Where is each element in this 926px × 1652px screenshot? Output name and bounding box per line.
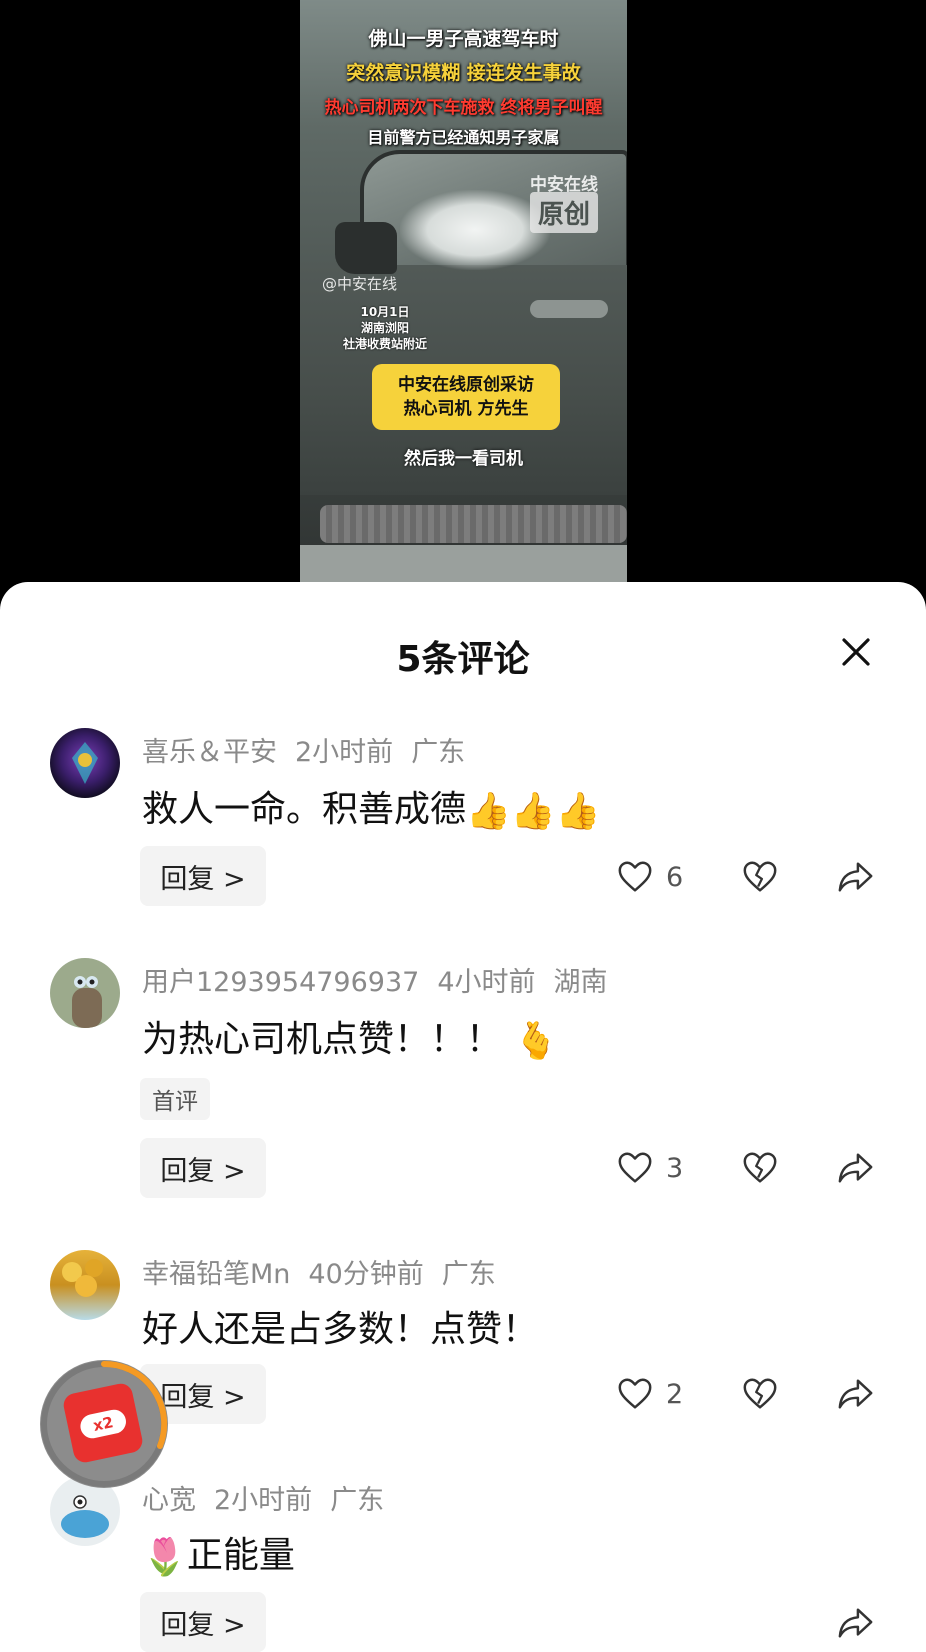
heart-outline-icon xyxy=(618,1378,652,1409)
dislike-button[interactable] xyxy=(741,857,779,897)
comment-time: 2小时前 xyxy=(214,1485,313,1516)
comment-username[interactable]: 心宽 xyxy=(142,1485,196,1516)
comment-location: 湖南 xyxy=(553,967,608,998)
comment-location: 广东 xyxy=(330,1485,385,1516)
like-button[interactable]: 6 xyxy=(616,857,683,897)
interview-label: 中安在线原创采访 热心司机 方先生 xyxy=(372,364,560,430)
share-button[interactable] xyxy=(836,857,876,897)
side-mirror xyxy=(335,222,397,274)
broken-heart-icon xyxy=(743,861,777,892)
comment-text-body: 为热心司机点赞！！！ xyxy=(142,1019,503,1060)
heart-outline-icon xyxy=(618,1152,652,1183)
reply-button[interactable]: 回复 > xyxy=(140,1592,266,1652)
video-date-location: 10月1日 湖南浏阳 社港收费站附近 xyxy=(320,304,450,352)
video-caption-3: 热心司机两次下车施救 终将男子叫醒 xyxy=(324,98,603,118)
interview-line-1: 中安在线原创采访 xyxy=(398,375,534,395)
comment-text-body: 救人一命。积善成德 xyxy=(142,789,467,830)
comment-location: 广东 xyxy=(441,1259,496,1290)
interview-line-2: 热心司机 方先生 xyxy=(403,399,529,419)
comment-meta: 喜乐＆平安 2小时前 广东 xyxy=(142,730,483,769)
road xyxy=(300,545,627,582)
date-line-1: 10月1日 xyxy=(360,305,410,319)
car-step xyxy=(320,505,627,543)
comment-username[interactable]: 喜乐＆平安 xyxy=(142,737,277,768)
reply-button[interactable]: 回复 > xyxy=(140,1138,266,1198)
share-button[interactable] xyxy=(836,1374,876,1414)
share-arrow-icon xyxy=(838,862,873,892)
date-line-2: 湖南浏阳 xyxy=(360,321,409,335)
like-button[interactable]: 2 xyxy=(616,1374,683,1414)
video-player[interactable]: 佛山一男子高速驾车时 突然意识模糊 接连发生事故 热心司机两次下车施救 终将男子… xyxy=(300,0,627,582)
video-caption-2: 突然意识模糊 接连发生事故 xyxy=(346,62,581,84)
close-icon[interactable] xyxy=(836,632,876,672)
video-subtitle: 然后我一看司机 xyxy=(404,449,523,469)
comment-location: 广东 xyxy=(411,737,466,768)
like-button[interactable]: 3 xyxy=(616,1148,683,1188)
red-envelope-icon: x2 xyxy=(61,1381,145,1465)
comment-text-body: 正能量 xyxy=(186,1535,295,1576)
comment-meta: 用户1293954796937 4小时前 湖南 xyxy=(142,960,626,999)
thumbs-up-emoji: 👍👍👍 xyxy=(466,791,601,832)
tulip-emoji: 🌷 xyxy=(142,1537,187,1578)
heart-outline-icon xyxy=(618,861,652,892)
red-envelope-badge[interactable]: x2 xyxy=(40,1360,168,1488)
door-handle xyxy=(530,300,608,318)
smoke xyxy=(400,190,550,270)
avatar[interactable] xyxy=(50,1250,120,1320)
comment-text: 为热心司机点赞！！！ 🫰 xyxy=(142,1010,558,1062)
finger-heart-emoji: 🫰 xyxy=(513,1021,559,1062)
multiplier-label: x2 xyxy=(78,1407,129,1441)
comment-time: 4小时前 xyxy=(437,967,536,998)
comment-text: 救人一命。积善成德👍👍👍 xyxy=(142,780,601,832)
comment-text: 🌷正能量 xyxy=(142,1526,295,1578)
comment-username[interactable]: 用户1293954796937 xyxy=(142,967,419,998)
share-arrow-icon xyxy=(838,1153,873,1183)
watermark-handle: @中安在线 xyxy=(322,275,398,293)
avatar[interactable] xyxy=(50,958,120,1028)
video-caption-1: 佛山一男子高速驾车时 xyxy=(368,28,559,50)
dislike-button[interactable] xyxy=(741,1148,779,1188)
broken-heart-icon xyxy=(743,1152,777,1183)
like-count: 3 xyxy=(666,1152,684,1184)
like-count: 6 xyxy=(666,861,684,893)
like-count: 2 xyxy=(666,1378,684,1410)
video-caption-4: 目前警方已经通知男子家属 xyxy=(367,128,560,147)
comment-meta: 幸福铅笔Mn 40分钟前 广东 xyxy=(142,1252,514,1291)
comment-username[interactable]: 幸福铅笔Mn xyxy=(142,1259,290,1290)
share-arrow-icon xyxy=(838,1608,873,1638)
date-line-3: 社港收费站附近 xyxy=(342,337,427,351)
comment-meta: 心宽 2小时前 广东 xyxy=(142,1478,402,1517)
avatar[interactable] xyxy=(50,728,120,798)
reply-button[interactable]: 回复 > xyxy=(140,846,266,906)
comments-title: 5条评论 xyxy=(396,639,530,680)
share-button[interactable] xyxy=(836,1148,876,1188)
comment-time: 40分钟前 xyxy=(308,1259,424,1290)
first-comment-tag: 首评 xyxy=(140,1078,210,1120)
comment-time: 2小时前 xyxy=(295,737,394,768)
share-button[interactable] xyxy=(836,1603,876,1643)
share-arrow-icon xyxy=(838,1379,873,1409)
broken-heart-icon xyxy=(743,1378,777,1409)
comment-text: 好人还是占多数！点赞！ xyxy=(142,1309,539,1350)
watermark-label: 原创 xyxy=(530,192,599,233)
dislike-button[interactable] xyxy=(741,1374,779,1414)
